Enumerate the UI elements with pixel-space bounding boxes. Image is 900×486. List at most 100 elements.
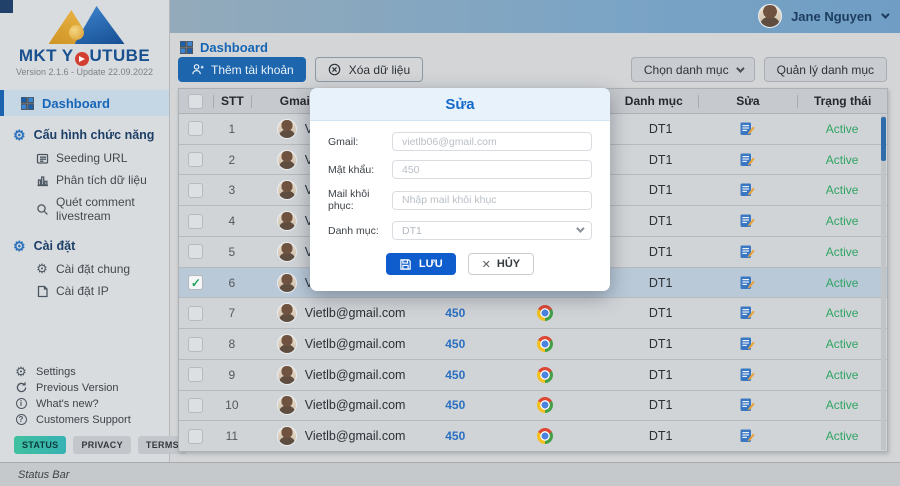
row-checkbox[interactable] <box>188 121 203 136</box>
table-row[interactable]: 8Vietlb@gmail.com450DT1Active <box>179 328 887 359</box>
row-checkbox[interactable] <box>188 367 203 382</box>
table-row[interactable]: 9Vietlb@gmail.com450DT1Active <box>179 359 887 390</box>
footer-link[interactable]: Previous Version <box>14 381 131 394</box>
password-input[interactable] <box>392 160 592 179</box>
app-logo: MKT YUTUBE Version 2.1.6 - Update 22.09.… <box>0 0 169 77</box>
row-edit-button[interactable] <box>698 121 798 137</box>
gear-icon: ⚙ <box>14 365 28 379</box>
row-checkbox[interactable] <box>188 306 203 321</box>
row-edit-button[interactable] <box>698 397 798 413</box>
sidebar-section-1[interactable]: ⚙Cài đặt <box>0 227 169 258</box>
row-gmail: Vietlb@gmail.com <box>251 334 421 354</box>
sidebar-item-dashboard[interactable]: Dashboard <box>0 90 169 116</box>
row-edit-button[interactable] <box>698 305 798 321</box>
status-badge: Active <box>797 398 887 412</box>
modal-field-recovery-mail: Mail khôi phục: <box>328 188 592 212</box>
sidebar-section-0[interactable]: ⚙Cấu hình chức năng <box>0 116 169 147</box>
row-category: DT1 <box>600 153 698 167</box>
row-edit-button[interactable] <box>698 367 798 383</box>
row-edit-button[interactable] <box>698 152 798 168</box>
badge-privacy[interactable]: PRIVACY <box>73 436 130 454</box>
sidebar: MKT YUTUBE Version 2.1.6 - Update 22.09.… <box>0 0 170 462</box>
add-account-button[interactable]: Thêm tài khoản <box>178 57 306 82</box>
avatar <box>277 395 297 415</box>
chevron-down-icon <box>736 64 744 72</box>
person-add-icon <box>190 63 204 77</box>
save-button[interactable]: LƯU <box>386 253 456 275</box>
sidebar-item[interactable]: Quét comment livestream <box>0 191 169 227</box>
footer-link[interactable]: ?Customers Support <box>14 413 131 426</box>
row-edit-button[interactable] <box>698 213 798 229</box>
manage-category-button[interactable]: Quản lý danh mục <box>764 57 887 82</box>
table-scrollbar-thumb[interactable] <box>881 117 886 161</box>
save-disk-icon <box>399 257 413 271</box>
avatar <box>277 180 297 200</box>
col-stt: STT <box>213 95 251 108</box>
sidebar-item[interactable]: Phân tích dữ liệu <box>0 169 169 191</box>
row-checkbox[interactable] <box>188 429 203 444</box>
row-edit-button[interactable] <box>698 336 798 352</box>
cancel-button[interactable]: ✕ HỦY <box>468 253 534 275</box>
row-edit-button[interactable] <box>698 275 798 291</box>
chrome-icon <box>537 336 553 352</box>
page-title: Dashboard <box>200 40 268 55</box>
row-checkbox[interactable]: ✓ <box>188 275 203 290</box>
row-stt: 1 <box>213 122 251 136</box>
user-menu[interactable]: Jane Nguyen <box>758 4 887 28</box>
row-stt: 9 <box>213 368 251 382</box>
row-checkbox[interactable] <box>188 152 203 167</box>
choose-category-dropdown[interactable]: Chọn danh mục <box>631 57 755 82</box>
page-icon <box>35 284 49 298</box>
row-password: 450 <box>420 429 490 443</box>
row-edit-button[interactable] <box>698 182 798 198</box>
row-stt: 8 <box>213 337 251 351</box>
table-row[interactable]: 7Vietlb@gmail.com450DT1Active <box>179 297 887 328</box>
chrome-icon <box>537 305 553 321</box>
row-password: 450 <box>420 337 490 351</box>
status-badge: Active <box>797 183 887 197</box>
row-checkbox[interactable] <box>188 183 203 198</box>
recovery-mail-input[interactable] <box>392 191 592 210</box>
toolbar: Thêm tài khoản Xóa dữ liệu Chọn danh mục… <box>178 57 887 82</box>
avatar <box>277 426 297 446</box>
row-stt: 4 <box>213 214 251 228</box>
row-checkbox[interactable] <box>188 398 203 413</box>
table-scrollbar[interactable] <box>881 115 886 450</box>
category-select[interactable]: DT1 <box>392 221 592 240</box>
status-badge: Active <box>797 337 887 351</box>
gmail-input[interactable] <box>392 132 592 151</box>
row-edit-button[interactable] <box>698 244 798 260</box>
sidebar-item[interactable]: ⚙Cài đặt chung <box>0 258 169 280</box>
select-all-checkbox[interactable] <box>188 94 203 109</box>
close-icon: ✕ <box>482 258 491 271</box>
row-category: DT1 <box>600 276 698 290</box>
table-row[interactable]: 11Vietlb@gmail.com450DT1Active <box>179 420 887 451</box>
footer-link[interactable]: iWhat's new? <box>14 397 131 410</box>
sidebar-item[interactable]: Seeding URL <box>0 147 169 169</box>
row-gmail: Vietlb@gmail.com <box>251 303 421 323</box>
chevron-down-icon <box>881 10 889 18</box>
search-icon <box>35 202 49 216</box>
sidebar-item-label: Dashboard <box>42 96 110 111</box>
col-edit: Sửa <box>698 95 798 108</box>
row-edit-button[interactable] <box>698 428 798 444</box>
table-row[interactable]: 10Vietlb@gmail.com450DT1Active <box>179 390 887 421</box>
avatar <box>277 242 297 262</box>
badge-status[interactable]: STATUS <box>14 436 66 454</box>
chrome-icon <box>537 397 553 413</box>
footer-link[interactable]: ⚙Settings <box>14 365 131 378</box>
modal-field-category: Danh mục: DT1 <box>328 221 592 240</box>
sidebar-item[interactable]: Cài đặt IP <box>0 280 169 302</box>
row-checkbox[interactable] <box>188 244 203 259</box>
user-name: Jane Nguyen <box>791 9 872 24</box>
col-status: Trạng thái <box>797 95 887 108</box>
row-category: DT1 <box>600 368 698 382</box>
row-category: DT1 <box>600 183 698 197</box>
row-checkbox[interactable] <box>188 214 203 229</box>
circle-x-icon <box>328 63 342 77</box>
row-gmail: Vietlb@gmail.com <box>251 426 421 446</box>
row-stt: 7 <box>213 306 251 320</box>
row-checkbox[interactable] <box>188 337 203 352</box>
delete-data-button[interactable]: Xóa dữ liệu <box>315 57 423 82</box>
status-badge: Active <box>797 245 887 259</box>
